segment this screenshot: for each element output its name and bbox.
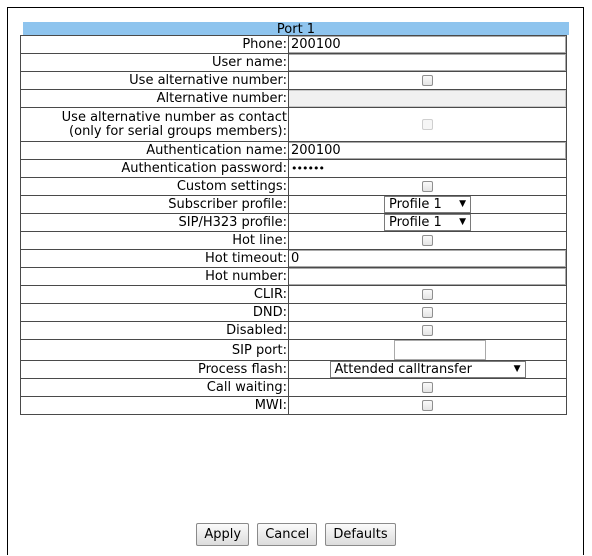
- disabled-label: Disabled:: [20, 321, 289, 340]
- use-alt-number-checkbox[interactable]: [422, 75, 433, 86]
- hot-number-input[interactable]: [289, 268, 566, 285]
- hot-line-label: Hot line:: [20, 231, 289, 250]
- port-settings-form: Phone: User name: Use alternative number…: [20, 35, 567, 415]
- user-name-input[interactable]: [289, 54, 566, 71]
- auth-password-label: Authentication password:: [20, 159, 289, 178]
- mwi-label: MWI:: [20, 396, 289, 415]
- disabled-checkbox[interactable]: [422, 325, 433, 336]
- subscriber-profile-select[interactable]: Profile 1 ▼: [384, 196, 471, 213]
- use-alt-number-label: Use alternative number:: [20, 71, 289, 90]
- use-alt-as-contact-label-line1: Use alternative number as contact: [61, 109, 287, 125]
- auth-name-input[interactable]: [289, 142, 566, 159]
- chevron-down-icon: ▼: [513, 364, 521, 374]
- alt-number-label: Alternative number:: [20, 89, 289, 108]
- action-bar: Apply Cancel Defaults: [0, 523, 592, 546]
- call-waiting-checkbox[interactable]: [422, 382, 433, 393]
- auth-name-label: Authentication name:: [20, 141, 289, 160]
- clir-label: CLIR:: [20, 285, 289, 304]
- phone-input[interactable]: [289, 36, 566, 53]
- sip-h323-profile-value: Profile 1: [389, 215, 442, 230]
- use-alt-as-contact-checkbox: [422, 118, 433, 130]
- chevron-down-icon: ▼: [459, 199, 466, 209]
- auth-password-input[interactable]: ••••••: [290, 161, 566, 177]
- hot-timeout-label: Hot timeout:: [20, 249, 289, 268]
- hot-timeout-input[interactable]: [289, 250, 566, 267]
- use-alt-as-contact-label: Use alternative number as contact (only f…: [20, 107, 289, 142]
- hot-line-checkbox[interactable]: [422, 235, 433, 246]
- process-flash-select[interactable]: Attended calltransfer ▼: [329, 361, 526, 378]
- subscriber-profile-label: Subscriber profile:: [20, 195, 289, 214]
- call-waiting-label: Call waiting:: [20, 378, 289, 397]
- defaults-button[interactable]: Defaults: [325, 523, 396, 546]
- custom-settings-label: Custom settings:: [20, 177, 289, 196]
- mwi-checkbox[interactable]: [422, 400, 433, 411]
- section-title: Port 1: [23, 22, 569, 37]
- user-name-label: User name:: [20, 53, 289, 72]
- hot-number-label: Hot number:: [20, 267, 289, 286]
- dnd-label: DND:: [20, 303, 289, 322]
- process-flash-label: Process flash:: [20, 360, 289, 379]
- apply-button[interactable]: Apply: [196, 523, 250, 546]
- phone-label: Phone:: [20, 35, 289, 54]
- custom-settings-checkbox[interactable]: [422, 181, 433, 192]
- sip-h323-profile-label: SIP/H323 profile:: [20, 213, 289, 232]
- sip-h323-profile-select[interactable]: Profile 1 ▼: [384, 214, 471, 231]
- sip-port-label: SIP port:: [20, 339, 289, 361]
- use-alt-as-contact-label-line2: (only for serial groups members):: [69, 123, 287, 139]
- cancel-button[interactable]: Cancel: [257, 523, 318, 546]
- subscriber-profile-value: Profile 1: [389, 197, 442, 212]
- dnd-checkbox[interactable]: [422, 307, 433, 318]
- process-flash-value: Attended calltransfer: [334, 362, 472, 377]
- clir-checkbox[interactable]: [422, 289, 433, 300]
- sip-port-input[interactable]: [394, 340, 486, 360]
- alt-number-input: [289, 90, 566, 107]
- chevron-down-icon: ▼: [459, 217, 466, 227]
